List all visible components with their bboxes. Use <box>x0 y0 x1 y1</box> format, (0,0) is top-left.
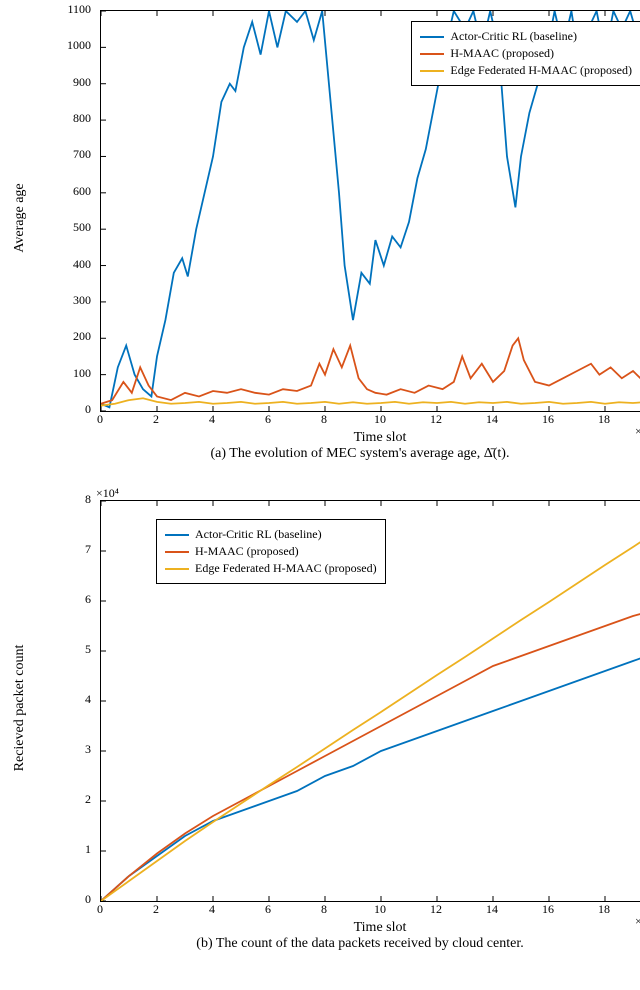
legend-entry: H-MAAC (proposed) <box>420 46 632 61</box>
chart-a-xticks: 02468101214161820 <box>100 410 640 428</box>
chart-a-ylabel: Average age <box>12 118 28 318</box>
chart-b-xticks: 02468101214161820 <box>100 900 640 918</box>
legend-entry: Edge Federated H-MAAC (proposed) <box>165 561 377 576</box>
chart-a: Average age 0100200300400500600700800900… <box>10 10 630 470</box>
chart-b-caption: (b) The count of the data packets receiv… <box>60 936 640 952</box>
legend-entry: H-MAAC (proposed) <box>165 544 377 559</box>
chart-b-ylabel: Recieved packet count <box>12 608 28 808</box>
chart-b-xlabel: Time slot <box>100 920 640 936</box>
chart-a-legend: Actor-Critic RL (baseline) H-MAAC (propos… <box>411 21 640 86</box>
chart-b-legend: Actor-Critic RL (baseline) H-MAAC (propos… <box>156 519 386 584</box>
chart-b: Recieved packet count ×10⁴ 012345678 Act… <box>10 500 630 960</box>
chart-a-yticks: 010020030040050060070080090010001100 <box>55 10 95 410</box>
legend-entry: Actor-Critic RL (baseline) <box>165 527 377 542</box>
legend-entry: Edge Federated H-MAAC (proposed) <box>420 63 632 78</box>
chart-b-y-exponent: ×10⁴ <box>96 486 119 501</box>
chart-b-yticks: 012345678 <box>55 500 95 900</box>
chart-b-plot: Actor-Critic RL (baseline) H-MAAC (propos… <box>100 500 640 902</box>
chart-a-plot: Actor-Critic RL (baseline) H-MAAC (propos… <box>100 10 640 412</box>
chart-a-caption: (a) The evolution of MEC system's averag… <box>60 446 640 462</box>
legend-entry: Actor-Critic RL (baseline) <box>420 29 632 44</box>
chart-a-xlabel: Time slot <box>100 430 640 446</box>
